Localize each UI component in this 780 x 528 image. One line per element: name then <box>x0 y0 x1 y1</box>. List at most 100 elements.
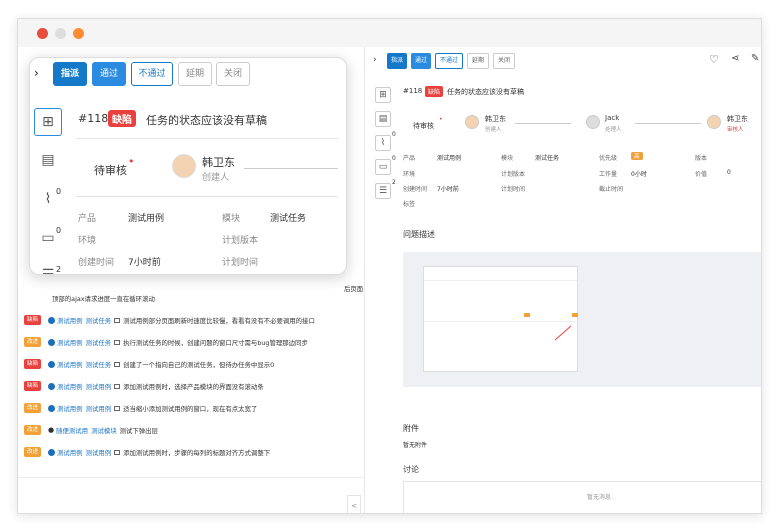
list-item[interactable]: 改进 测试用例 测试任务 执行测试任务的时候，创建问题的窗口尺寸需与bug管理那… <box>24 334 308 350</box>
module-link[interactable]: 测试用例 <box>86 382 112 391</box>
close-window-button[interactable] <box>37 28 48 39</box>
assign-button[interactable]: 指派 <box>387 53 407 69</box>
reject-button[interactable]: 不通过 <box>435 53 463 69</box>
list-item-text: 创建了一个指向自己的测试任务，但待办任务中显示0 <box>123 360 275 369</box>
image-icon <box>114 339 121 345</box>
screenshot-inner <box>423 266 578 372</box>
avatar <box>586 115 600 129</box>
reject-button[interactable]: 不通过 <box>131 62 173 86</box>
assign-button[interactable]: 指派 <box>53 62 87 86</box>
list-item-text: 测试下弹出层 <box>119 426 158 435</box>
close-button[interactable]: 关闭 <box>216 62 250 86</box>
detail-panel: › 指派 通过 不通过 延期 关闭 ♡ ⋖ ✎ ⊞ ▤ ⌇ 0 ▭ 0 ☰ 2 … <box>364 47 761 513</box>
list-item[interactable]: 缺陷 测试用例 测试任务 创建了一个指向自己的测试任务，但待办任务中显示0 <box>24 356 274 372</box>
field-label: 截止时间 <box>599 186 624 193</box>
comment-count: 0 <box>56 226 62 235</box>
image-icon <box>114 405 121 411</box>
module-link[interactable]: 测试模块 <box>91 426 117 435</box>
prev-page-button[interactable]: < <box>347 495 361 513</box>
field-label: 优先级 <box>599 155 618 162</box>
creator-name: 韩卫东 <box>485 115 506 123</box>
comment-icon[interactable]: ▭ <box>375 159 391 175</box>
assignee-role: 处理人 <box>605 127 622 133</box>
maximize-window-button[interactable] <box>73 28 84 39</box>
overview-icon[interactable]: ⊞ <box>34 108 62 136</box>
status-dot: • <box>439 116 443 123</box>
module-link[interactable]: 测试任务 <box>86 338 112 347</box>
assignee-name: Jack <box>605 114 620 122</box>
list-item-text: 添加测试用例时，选择产品模块的界面没有滚动条 <box>123 382 264 391</box>
field-label: 标签 <box>403 201 416 208</box>
document-icon[interactable]: ▤ <box>375 111 391 127</box>
product-link[interactable]: 随便测试用 <box>56 426 88 435</box>
product-link[interactable]: 测试用例 <box>57 338 83 347</box>
list-item[interactable]: 改进 测试用例 测试用例 适当缩小添加测试用例的窗口，现在有点太宽了 <box>24 400 257 416</box>
creator-role: 创建人 <box>202 173 230 183</box>
collapse-icon[interactable]: › <box>373 55 377 65</box>
list-count: 2 <box>56 265 62 274</box>
section-title: 讨论 <box>403 465 419 474</box>
field-label: 创建时间 <box>403 186 428 193</box>
pass-button[interactable]: 通过 <box>92 62 126 86</box>
module-link[interactable]: 测试用例 <box>86 448 112 457</box>
list-item-text: 执行测试任务的时候，创建问题的窗口尺寸需与bug管理那边同步 <box>123 338 308 347</box>
postpone-button[interactable]: 延期 <box>467 53 489 69</box>
chrome-icon <box>48 404 55 412</box>
avatar <box>707 115 721 129</box>
progress-line <box>515 123 571 124</box>
module-link[interactable]: 测试用例 <box>86 404 112 413</box>
reviewer-name: 韩卫东 <box>727 115 748 123</box>
pass-button[interactable]: 通过 <box>411 53 431 69</box>
document-icon[interactable]: ▤ <box>34 147 62 175</box>
module-link[interactable]: 测试任务 <box>86 316 112 325</box>
field-label: 创建时间 <box>78 258 115 268</box>
close-button[interactable]: 关闭 <box>493 53 515 69</box>
field-value: 测试任务 <box>270 214 307 224</box>
list-item[interactable]: 缺陷 测试用例 测试用例 添加测试用例时，选择产品模块的界面没有滚动条 <box>24 378 264 394</box>
creator-name: 韩卫东 <box>202 156 235 169</box>
screenshot-badge <box>572 313 578 317</box>
list-item[interactable]: 改进 测试用例 测试用例 添加测试用例时，步骤的每列的标题对齐方式调整下 <box>24 444 270 460</box>
attachment-icon[interactable]: ⌇ <box>375 135 391 151</box>
apple-icon: ● <box>48 426 55 434</box>
status-label: 待审核 <box>94 164 127 177</box>
field-label: 计划时间 <box>222 258 259 268</box>
discussion-box[interactable]: 暂无消息 <box>403 481 761 513</box>
product-link[interactable]: 测试用例 <box>57 316 83 325</box>
type-badge: 改进 <box>24 425 41 435</box>
minimize-window-button[interactable] <box>55 28 66 39</box>
product-link[interactable]: 测试用例 <box>57 448 83 457</box>
list-item-text: 测试用例部分页面刷新时速度比较慢，看看有没有不必要调用的接口 <box>123 316 315 325</box>
module-link[interactable]: 测试任务 <box>86 360 112 369</box>
empty-discussion: 暂无消息 <box>587 494 612 501</box>
status-dot: • <box>128 155 135 168</box>
heart-icon[interactable]: ♡ <box>709 53 719 66</box>
collapse-icon[interactable]: › <box>34 66 39 80</box>
issue-title: 任务的状态应该没有草稿 <box>146 114 267 127</box>
list-item-partial[interactable]: 顶部的ajax请求进度一直在循环滚动 <box>52 290 155 306</box>
zoomed-popover: › 指派 通过 不通过 延期 关闭 ⊞ ▤ ⌇ 0 ▭ 0 ☰ 2 #118 缺… <box>29 57 347 275</box>
screenshot-image[interactable] <box>403 252 761 387</box>
arrow-icon <box>554 325 572 341</box>
product-link[interactable]: 测试用例 <box>57 360 83 369</box>
chrome-icon <box>48 338 55 346</box>
list-icon[interactable]: ☰ <box>375 183 391 199</box>
product-link[interactable]: 测试用例 <box>57 404 83 413</box>
list-item[interactable]: 缺陷 测试用例 测试任务 测试用例部分页面刷新时速度比较慢，看看有没有不必要调用… <box>24 312 315 328</box>
divider <box>18 477 364 478</box>
type-badge: 缺陷 <box>24 315 41 325</box>
creator-role: 创建人 <box>485 127 502 133</box>
title-bar <box>18 19 761 47</box>
share-icon[interactable]: ⋖ <box>731 53 739 64</box>
product-link[interactable]: 测试用例 <box>57 382 83 391</box>
type-badge: 缺陷 <box>24 359 41 369</box>
comment-count: 0 <box>392 155 396 162</box>
overview-icon[interactable]: ⊞ <box>375 87 391 103</box>
list-item[interactable]: 改进 ● 随便测试用 测试模块 测试下弹出层 <box>24 422 158 438</box>
postpone-button[interactable]: 延期 <box>178 62 212 86</box>
progress-line <box>244 168 338 169</box>
image-icon <box>114 449 121 455</box>
field-value: 7小时前 <box>437 186 459 193</box>
edit-icon[interactable]: ✎ <box>751 53 759 64</box>
field-value: 测试用例 <box>128 214 165 224</box>
